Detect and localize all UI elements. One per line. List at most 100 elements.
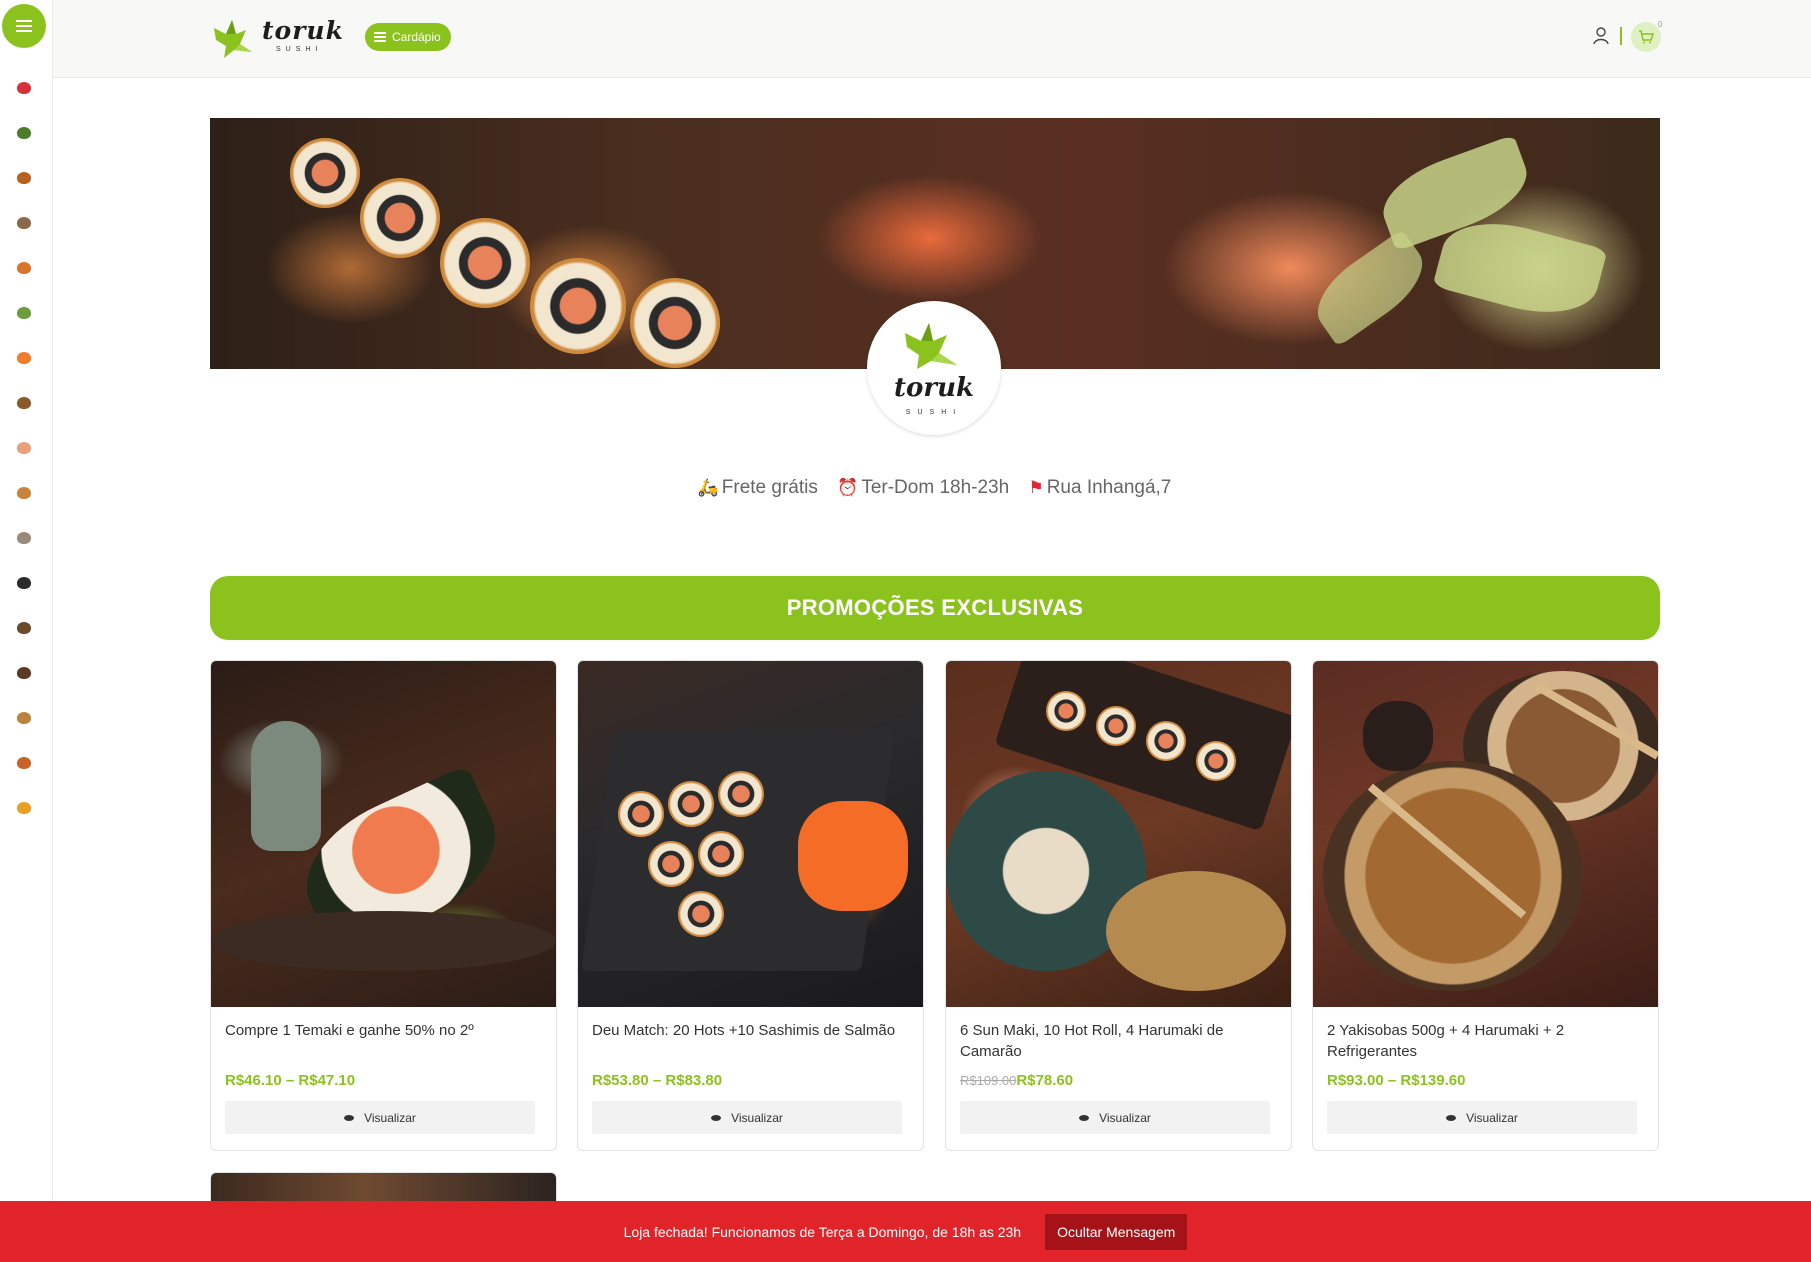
cone-icon <box>16 666 31 679</box>
sidebar-category-hossomaki[interactable] <box>0 110 47 155</box>
noodles-icon <box>16 711 31 724</box>
hot-roll-shape <box>1196 741 1236 781</box>
store-logo-wordmark: toruk <box>894 373 974 403</box>
hot-roll-shape <box>618 791 664 837</box>
hot-roll-shape <box>668 781 714 827</box>
hot-roll-shape <box>1096 706 1136 746</box>
product-title[interactable]: 2 Yakisobas 500g + 4 Harumaki + 2 Refrig… <box>1327 1020 1647 1062</box>
sushi-roll-shape <box>440 218 530 308</box>
hot-roll-shape <box>718 771 764 817</box>
product-card[interactable]: 2 Yakisobas 500g + 4 Harumaki + 2 Refrig… <box>1312 660 1659 1151</box>
delivery-info: 🛵 Frete grátis <box>698 477 818 499</box>
product-card[interactable]: 6 Sun Maki, 10 Hot Roll, 4 Harumaki de C… <box>945 660 1292 1151</box>
old-price: R$109.00 <box>960 1073 1017 1088</box>
hot-roll-icon <box>16 171 31 184</box>
sale-price: R$78.60 <box>1016 1072 1074 1089</box>
product-price: R$109.00R$78.60 <box>960 1072 1073 1089</box>
view-product-button[interactable]: Visualizar <box>960 1101 1270 1134</box>
sidebar-category-noodles[interactable] <box>0 695 47 740</box>
sashimi-shape <box>798 801 908 911</box>
sushi-roll-shape <box>290 138 360 208</box>
menu-button-label: Cardápio <box>392 30 441 44</box>
top-header: toruk SUSHI Cardápio 0 <box>53 0 1811 78</box>
alarm-clock-icon: ⏰ <box>837 478 859 497</box>
view-button-label: Visualizar <box>1099 1110 1151 1125</box>
view-product-button[interactable]: Visualizar <box>592 1101 902 1134</box>
hot-roll-shape <box>698 831 744 877</box>
sidebar-category-tuna-nigiri[interactable] <box>0 65 47 110</box>
sidebar-category-mushroom[interactable] <box>0 380 47 425</box>
store-closed-message: Loja fechada! Funcionamos de Terça a Dom… <box>623 1223 1022 1240</box>
bird-logo-icon <box>905 323 957 369</box>
product-image <box>211 661 556 1007</box>
cart-count-badge: 0 <box>1658 20 1663 29</box>
sidebar-category-salmon-slice[interactable] <box>0 335 47 380</box>
price-range: R$53.80 – R$83.80 <box>592 1072 723 1089</box>
category-sidebar <box>0 0 53 1262</box>
view-product-button[interactable]: Visualizar <box>225 1101 535 1134</box>
sidebar-category-combo[interactable] <box>0 515 47 560</box>
salad-icon <box>16 306 31 319</box>
view-button-label: Visualizar <box>731 1110 783 1125</box>
hot-roll-shape <box>648 841 694 887</box>
menu-button[interactable]: Cardápio <box>365 23 451 51</box>
store-logo-subtitle: SUSHI <box>905 409 963 416</box>
list-icon <box>374 36 386 38</box>
view-button-label: Visualizar <box>364 1110 416 1125</box>
eye-icon <box>1446 1114 1457 1121</box>
user-account-icon[interactable] <box>1593 27 1609 45</box>
sidebar-category-dark-roll[interactable] <box>0 560 47 605</box>
product-price: R$53.80 – R$83.80 <box>592 1072 722 1089</box>
hossomaki-icon <box>16 126 31 139</box>
eye-icon <box>711 1114 722 1121</box>
sake-bottle-shape <box>251 721 321 851</box>
eye-icon <box>344 1114 355 1121</box>
shrimp-icon <box>16 261 31 274</box>
sidebar-category-drink[interactable] <box>0 785 47 830</box>
price-range: R$46.10 – R$47.10 <box>225 1072 356 1089</box>
sidebar-category-hot-roll[interactable] <box>0 155 47 200</box>
product-card[interactable]: Compre 1 Temaki e ganhe 50% no 2º R$46.1… <box>210 660 557 1151</box>
menu-toggle-button[interactable] <box>2 4 46 48</box>
tuna-nigiri-icon <box>16 81 31 94</box>
product-title[interactable]: Compre 1 Temaki e ganhe 50% no 2º <box>225 1020 545 1041</box>
fried-icon <box>16 756 31 769</box>
view-product-button[interactable]: Visualizar <box>1327 1101 1637 1134</box>
product-image <box>578 661 923 1007</box>
hours-text: Ter-Dom 18h-23h <box>861 477 1010 498</box>
eye-icon <box>1079 1114 1090 1121</box>
sidebar-category-shrimp[interactable] <box>0 245 47 290</box>
product-image <box>946 661 1291 1007</box>
drink-icon <box>16 801 31 814</box>
view-button-label: Visualizar <box>1466 1110 1518 1125</box>
product-image <box>1313 661 1658 1007</box>
temaki-icon <box>16 621 31 634</box>
site-logo[interactable]: toruk SUSHI <box>212 14 343 60</box>
store-logo-badge: toruk SUSHI <box>867 301 1001 435</box>
sidebar-category-temaki[interactable] <box>0 605 47 650</box>
hamburger-icon <box>16 25 32 27</box>
sidebar-category-fried[interactable] <box>0 740 47 785</box>
hide-message-button[interactable]: Ocultar Mensagem <box>1045 1213 1188 1250</box>
cart-button[interactable] <box>1631 22 1661 52</box>
sidebar-category-cone[interactable] <box>0 650 47 695</box>
garnish-shape <box>1303 229 1437 347</box>
product-title[interactable]: 6 Sun Maki, 10 Hot Roll, 4 Harumaki de C… <box>960 1020 1280 1062</box>
product-title[interactable]: Deu Match: 20 Hots +10 Sashimis de Salmã… <box>592 1020 912 1041</box>
logo-subtitle: SUSHI <box>276 46 323 53</box>
price-range: R$93.00 – R$139.60 <box>1327 1072 1466 1089</box>
product-price: R$46.10 – R$47.10 <box>225 1072 355 1089</box>
sidebar-category-uramaki[interactable] <box>0 425 47 470</box>
yakisoba-bowl-shape <box>1323 761 1583 991</box>
product-card[interactable]: Deu Match: 20 Hots +10 Sashimis de Salmã… <box>577 660 924 1151</box>
harumaki-plate-shape <box>1106 871 1286 991</box>
logo-wordmark: toruk <box>262 16 344 45</box>
sidebar-category-salad[interactable] <box>0 290 47 335</box>
hot-roll-shape <box>1146 721 1186 761</box>
hot-roll-shape <box>678 891 724 937</box>
store-closed-banner: Loja fechada! Funcionamos de Terça a Dom… <box>0 1201 1811 1262</box>
dark-roll-icon <box>16 576 31 589</box>
nigiri-icon <box>16 216 31 229</box>
sidebar-category-nigiri[interactable] <box>0 200 47 245</box>
hours-info: ⏰ Ter-Dom 18h-23h <box>837 477 1009 499</box>
